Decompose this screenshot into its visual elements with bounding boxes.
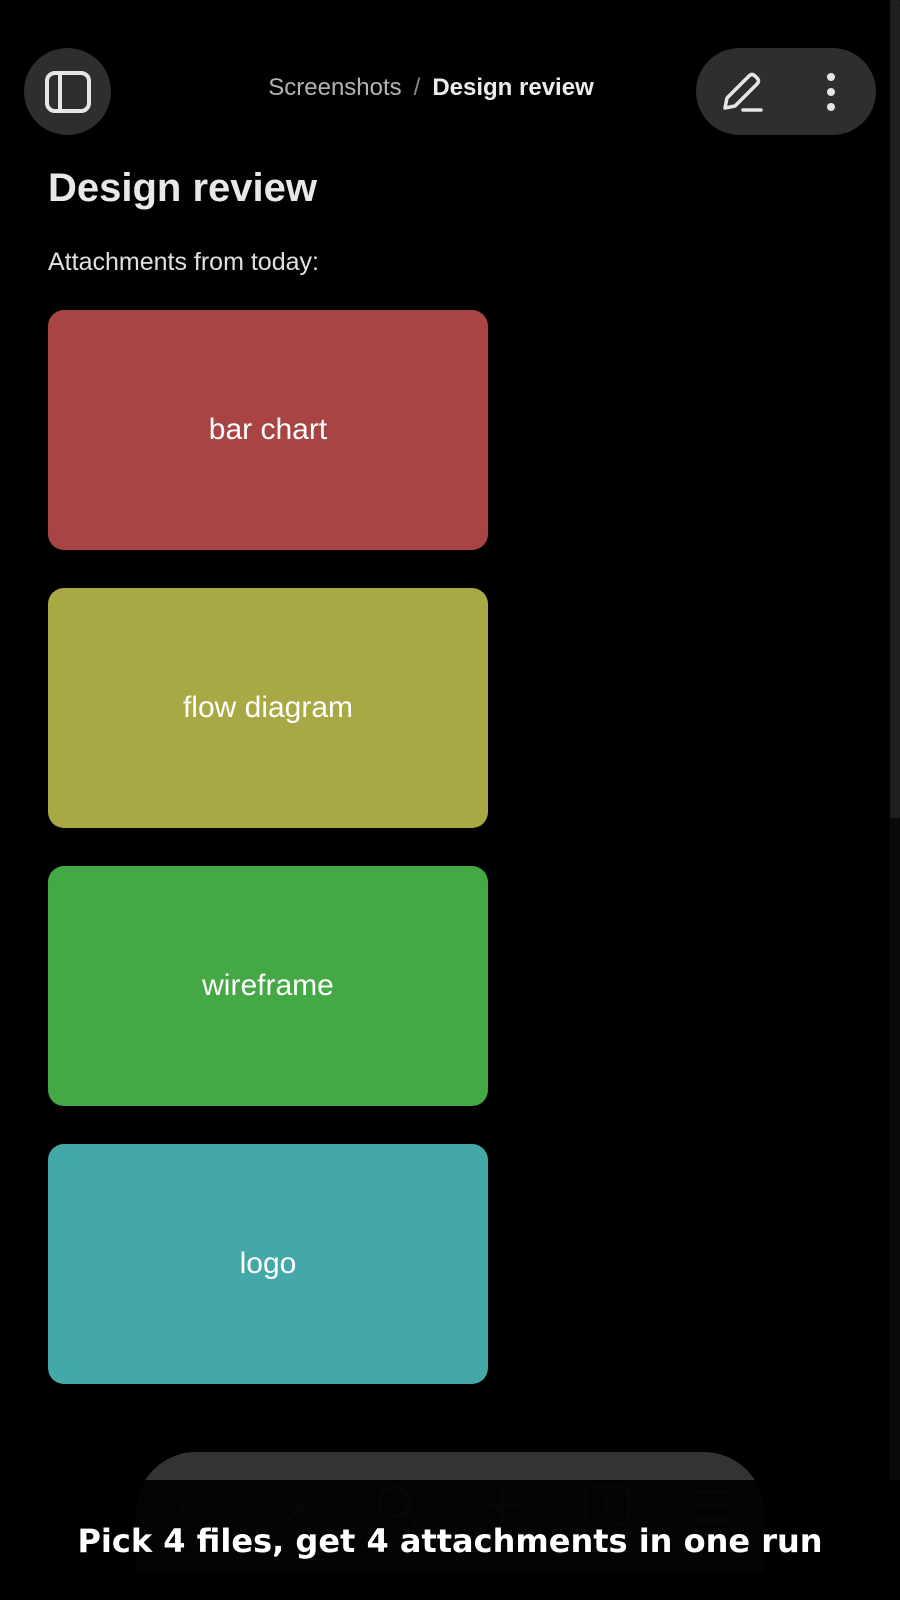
- edit-button[interactable]: [696, 48, 786, 135]
- caption: Pick 4 files, get 4 attachments in one r…: [77, 1522, 823, 1560]
- attachment-label: logo: [239, 1247, 297, 1280]
- more-vertical-icon: [827, 72, 835, 111]
- scrollbar-thumb[interactable]: [890, 0, 900, 818]
- more-options-button[interactable]: [786, 48, 876, 135]
- attachment-label: bar chart: [208, 413, 328, 446]
- attachment-card[interactable]: flow diagram: [48, 588, 488, 828]
- attachment-card[interactable]: bar chart: [48, 310, 488, 550]
- page-title: Design review: [48, 166, 318, 210]
- attachment-card[interactable]: wireframe: [48, 866, 488, 1106]
- attachments-list: bar chart flow diagram wireframe logo: [48, 310, 488, 1422]
- attachment-label: wireframe: [202, 969, 334, 1002]
- breadcrumb-separator: /: [413, 74, 421, 101]
- page: Screenshots / Design review Design revie…: [0, 0, 900, 1600]
- attachment-label: flow diagram: [182, 691, 354, 724]
- attachment-card[interactable]: logo: [48, 1144, 488, 1384]
- scrollbar-track[interactable]: [890, 0, 900, 1600]
- intro-text: Attachments from today:: [48, 248, 319, 276]
- breadcrumb-parent[interactable]: Screenshots: [268, 74, 401, 102]
- action-pill: [696, 48, 876, 135]
- breadcrumb-current: Design review: [432, 74, 594, 101]
- pencil-icon: [723, 72, 763, 112]
